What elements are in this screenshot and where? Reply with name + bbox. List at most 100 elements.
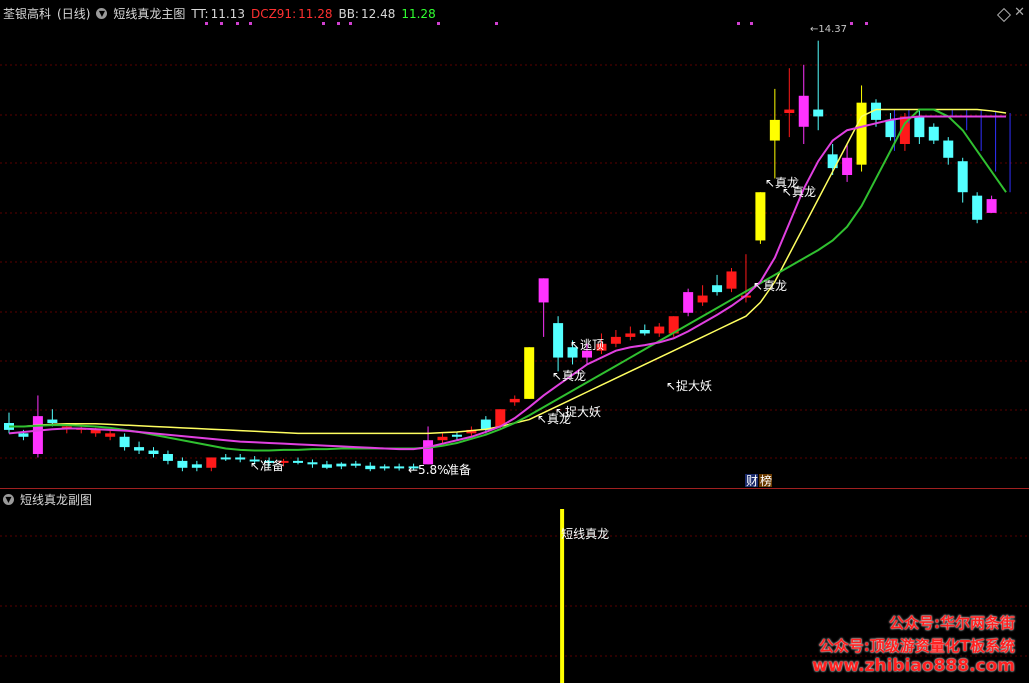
candle-body [986,199,997,213]
candle-body [755,192,766,241]
candle-body [105,433,116,437]
label-catch-2: ↖捉大妖 [666,378,712,393]
last-value: 11.28 [401,6,436,21]
bb-label: BB: [338,6,359,21]
tt-value: 11.13 [210,6,245,21]
candle-body [842,157,853,175]
candle-body [119,436,130,448]
candle-body [134,447,145,451]
signal-dot [737,22,740,25]
watermark-line1: 公众号:华尔两条街 [889,614,1015,632]
candle-body [509,398,520,403]
candle-body [220,457,231,460]
candle-body [379,466,390,469]
label-escape-top: ↖逃顶 [570,338,604,352]
candle-body [423,440,434,465]
candle-body [293,460,303,463]
stock-name[interactable]: 荃银高科 [3,5,51,22]
ranking-badge: 榜 [760,473,772,488]
candle-body [769,119,780,141]
sub-header: ▼ 短线真龙副图 [3,491,92,508]
signal-dot [220,22,223,25]
candle-body [697,295,708,303]
signal-dot [337,22,340,25]
signal-dot [750,22,753,25]
tt-label: TT: [191,6,209,21]
candle-body [914,116,925,138]
signal-dot [249,22,252,25]
candle-body [538,278,549,303]
candle-body [726,271,737,289]
signal-dot [205,22,208,25]
candle-body [350,463,361,466]
signal-dot [349,22,352,25]
candle-body [928,126,939,141]
candle-body [553,323,564,358]
main-header: 荃银高科 (日线) ▼ 短线真龙主图 TT: 11.13 DCZ91: 11.2… [3,5,436,22]
sub-indicator-name[interactable]: 短线真龙副图 [20,491,92,508]
candle-body [18,433,29,437]
candle-body [813,109,824,117]
candle-body [32,416,43,454]
indicator-menu-icon[interactable]: ▼ [96,8,108,19]
signal-label: 短线真龙 [561,527,609,541]
main-chart-svg: ↖准备 ←5.8%准备↖捉大妖↖真龙↖真龙↖逃顶↖捉大妖↖真龙↖真龙↖真龙←14.… [0,22,1029,488]
signal-dot [495,22,498,25]
signal-dot [865,22,868,25]
candle-body [610,336,621,344]
candle-body [625,333,636,337]
candle-body [524,347,535,399]
period-label[interactable]: (日线) [57,5,90,22]
main-chart-panel[interactable]: ↖准备 ←5.8% 准备 ↖捉大妖 ↖真龙 ↖真龙 ↖逃顶 ↖捉大妖 ↖真龙 ↖真龙 ↖真龙 ←14.… [0,0,1029,488]
candle-body [957,161,968,193]
watermark-line3: www.zhibiao888.com [812,656,1015,676]
candle-body [177,460,188,468]
label-real-dragon-2: ↖真龙 [552,369,586,383]
label-peak: ←14.37 [810,24,847,35]
candle-body [162,454,173,461]
label-prepare-1: ↖准备 [250,459,284,473]
signal-dot [850,22,853,25]
candle-body [437,436,448,441]
signal-dot [236,22,239,25]
dcz-value: 11.28 [298,6,333,21]
candle-body [712,285,723,293]
dcz-label: DCZ91: [250,6,297,21]
green-line [9,108,1007,452]
finance-badge: 财 [746,474,758,488]
label-prepare-2: 准备 [447,463,471,477]
close-icon[interactable]: ✕ [1014,5,1025,20]
candle-body [365,465,376,470]
candle-body [972,195,983,220]
candle-body [654,326,665,334]
label-real-dragon-3: ↖真龙 [753,279,787,293]
sub-indicator-menu-icon[interactable]: ▼ [3,494,14,505]
candle-body [798,95,809,127]
candle-body [639,330,650,334]
candle-body [47,419,58,423]
candle-body [943,140,954,158]
candle-body [206,457,217,468]
magenta-line [8,115,1007,451]
candle-body [321,464,332,468]
candle-body [307,462,318,465]
label-pct: ←5.8% [408,463,449,477]
label-real-dragon-1: ↖真龙 [537,412,571,426]
candle-body [191,464,202,468]
candle-body [394,466,405,469]
label-real-dragon-4b: ↖真龙 [782,185,816,199]
indicator-name[interactable]: 短线真龙主图 [113,5,185,22]
candle-body [856,102,867,165]
candle-body [683,292,694,313]
signal-dot [322,22,325,25]
candle-body [784,109,795,113]
yellow-line [9,108,1007,435]
signal-dot [437,22,440,25]
candle-body [336,463,347,467]
candle-body [90,429,101,434]
candle-body [451,434,462,437]
candle-body [235,457,246,460]
bb-value: 12.48 [360,6,396,21]
candle-body [148,450,159,454]
watermark-line2: 公众号:顶级游资量化T板系统 [818,637,1015,655]
